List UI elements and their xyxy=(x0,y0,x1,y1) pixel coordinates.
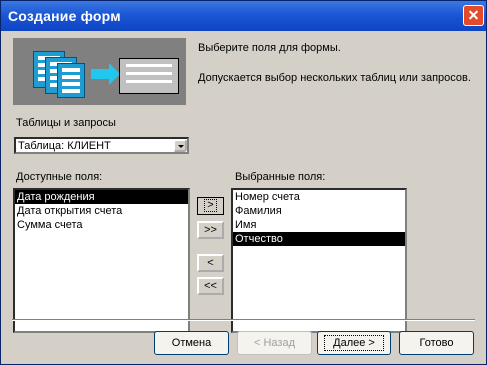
arrow-right-icon xyxy=(91,63,120,85)
wizard-illustration xyxy=(13,38,186,105)
intro-line-2: Допускается выбор нескольких таблиц или … xyxy=(198,72,471,84)
table-icon xyxy=(57,63,85,98)
available-fields-label: Доступные поля: xyxy=(16,171,103,183)
next-button[interactable]: Далее > xyxy=(317,331,391,355)
add-field-label: > xyxy=(204,199,217,212)
tables-queries-combo[interactable]: Таблица: КЛИЕНТ xyxy=(14,137,189,154)
intro-line-1: Выберите поля для формы. xyxy=(198,42,341,54)
add-field-button[interactable]: > xyxy=(197,197,224,215)
remove-field-button[interactable]: < xyxy=(197,254,224,272)
wizard-body: Выберите поля для формы. Допускается выб… xyxy=(1,31,486,364)
cancel-button[interactable]: Отмена xyxy=(154,331,229,355)
available-field-item[interactable]: Сумма счета xyxy=(15,218,188,232)
available-field-item[interactable]: Дата рождения xyxy=(15,190,188,204)
form-wizard-window: Создание форм Выберите поля для формы. Д… xyxy=(0,0,487,365)
next-label: Далее > xyxy=(324,335,384,351)
available-field-item[interactable]: Дата открытия счета xyxy=(15,204,188,218)
footer-divider xyxy=(12,319,475,321)
tables-queries-label: Таблицы и запросы xyxy=(16,117,116,129)
selected-field-item[interactable]: Отчество xyxy=(233,232,405,246)
selected-field-item[interactable]: Имя xyxy=(233,218,405,232)
selected-fields-list[interactable]: Номер счета Фамилия Имя Отчество xyxy=(231,188,407,333)
close-icon[interactable] xyxy=(463,5,484,26)
window-title: Создание форм xyxy=(8,8,121,24)
selected-fields-label: Выбранные поля: xyxy=(235,171,326,183)
form-icon xyxy=(119,58,179,94)
add-all-fields-button[interactable]: >> xyxy=(197,221,224,239)
remove-all-fields-button[interactable]: << xyxy=(197,277,224,295)
chevron-down-icon[interactable] xyxy=(173,139,187,152)
tables-queries-value: Таблица: КЛИЕНТ xyxy=(18,140,111,152)
available-fields-list[interactable]: Дата рождения Дата открытия счета Сумма сч… xyxy=(13,188,190,333)
back-button[interactable]: < Назад xyxy=(237,331,312,355)
selected-field-item[interactable]: Фамилия xyxy=(233,204,405,218)
finish-button[interactable]: Готово xyxy=(399,331,474,355)
selected-field-item[interactable]: Номер счета xyxy=(233,190,405,204)
title-bar[interactable]: Создание форм xyxy=(1,1,486,31)
